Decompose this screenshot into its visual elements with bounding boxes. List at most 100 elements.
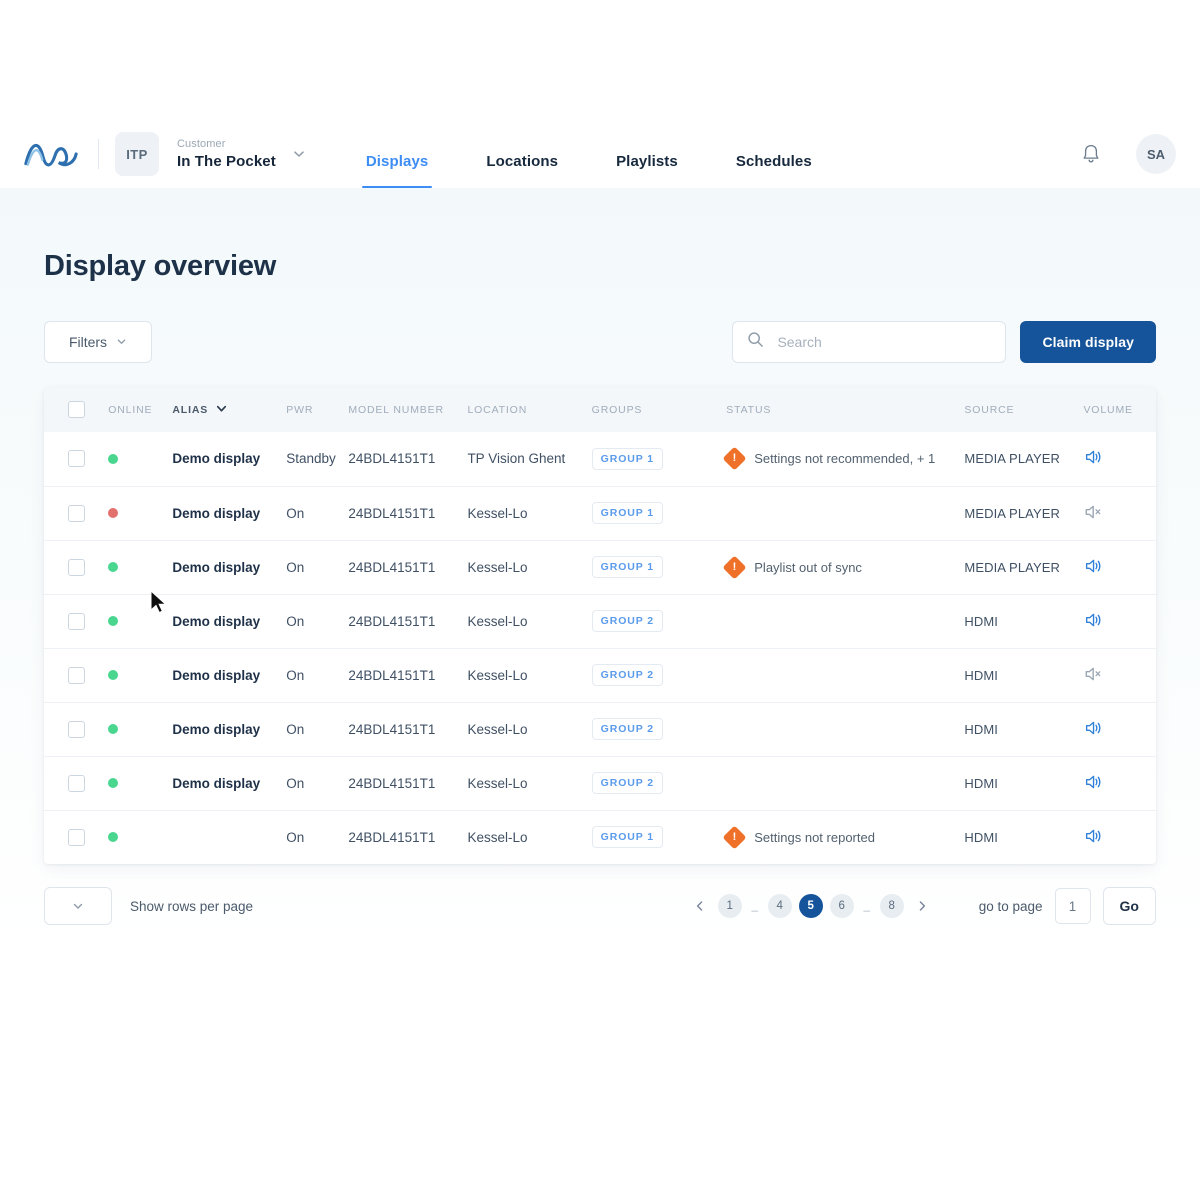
page-number-button[interactable]: 8	[879, 894, 904, 918]
volume-on-icon[interactable]	[1083, 772, 1103, 792]
volume-on-icon[interactable]	[1083, 447, 1103, 467]
filters-button-label: Filters	[68, 334, 108, 350]
alias-text: Demo display	[172, 775, 261, 791]
bell-icon[interactable]	[1078, 141, 1104, 167]
online-cell	[108, 701, 173, 756]
go-to-page-input[interactable]	[1054, 888, 1091, 924]
filters-button[interactable]: Filters	[44, 321, 152, 363]
wave-logo[interactable]	[22, 134, 80, 174]
table-row[interactable]: Demo display Standby 24BDL4151T1 TP Vision …	[44, 432, 1156, 486]
online-cell	[108, 809, 173, 864]
table-row[interactable]: Demo display On 24BDL4151T1 Kessel-Lo GROUP …	[44, 593, 1156, 648]
volume-muted-icon[interactable]	[1083, 502, 1103, 522]
model-cell: 24BDL4151T1	[348, 539, 468, 594]
model-cell: 24BDL4151T1	[348, 755, 468, 810]
next-page-button[interactable]	[911, 895, 933, 917]
group-badge[interactable]: GROUP 2	[591, 664, 664, 686]
volume-on-icon[interactable]	[1083, 610, 1103, 630]
source-cell: HDMI	[964, 647, 1084, 702]
toolbar-right: Claim display	[732, 321, 1156, 363]
group-badge[interactable]: GROUP 2	[591, 772, 664, 794]
online-status-dot	[108, 453, 119, 464]
group-badge[interactable]: GROUP 1	[591, 447, 664, 470]
group-badge[interactable]: GROUP 2	[591, 718, 664, 740]
customer-label: Customer	[177, 137, 226, 150]
sort-descending-icon	[215, 402, 228, 418]
alias-text: Demo display	[172, 451, 261, 467]
group-badge[interactable]: GROUP 1	[591, 826, 664, 849]
location-cell: TP Vision Ghent	[467, 432, 591, 486]
page-number-button[interactable]: 6	[829, 894, 854, 918]
volume-cell	[1083, 539, 1156, 594]
volume-on-icon[interactable]	[1083, 718, 1103, 738]
customer-selector[interactable]: Customer In The Pocket	[177, 138, 276, 171]
power-cell: On	[286, 701, 349, 756]
row-checkbox[interactable]	[68, 720, 85, 738]
row-checkbox[interactable]	[68, 558, 85, 576]
online-status-dot	[108, 724, 119, 734]
warning-icon	[722, 554, 747, 580]
source-text: HDMI	[964, 613, 999, 629]
row-checkbox[interactable]	[68, 504, 85, 522]
location-cell: Kessel-Lo	[467, 701, 592, 756]
page-number-button[interactable]: 4	[767, 894, 792, 918]
group-badge[interactable]: GROUP 2	[591, 610, 664, 632]
tab-locations[interactable]: Locations	[486, 153, 558, 188]
alias-cell	[172, 809, 287, 864]
nav-divider	[98, 139, 99, 169]
search-input[interactable]	[775, 333, 992, 351]
claim-display-button[interactable]: Claim display	[1020, 321, 1156, 363]
row-select-cell	[44, 593, 109, 648]
row-select-cell	[44, 432, 108, 486]
source-cell: HDMI	[964, 809, 1084, 864]
source-cell: MEDIA PLAYER	[964, 485, 1084, 540]
online-cell	[108, 539, 173, 594]
table-row[interactable]: On 24BDL4151T1 Kessel-Lo GROUP 1 Settings no…	[44, 809, 1156, 864]
groups-cell: GROUP 1	[591, 809, 727, 864]
location-cell: Kessel-Lo	[467, 809, 592, 864]
page-title: Display overview	[44, 250, 277, 282]
select-all-checkbox[interactable]	[68, 401, 85, 418]
avatar[interactable]: SA	[1136, 134, 1176, 174]
table-row[interactable]: Demo display On 24BDL4151T1 Kessel-Lo GROUP …	[44, 485, 1156, 540]
groups-cell: GROUP 1	[591, 539, 727, 594]
column-header-online: ONLINE	[108, 387, 173, 432]
tab-schedules[interactable]: Schedules	[736, 153, 812, 188]
model-text: 24BDL4151T1	[348, 559, 436, 575]
location-text: Kessel-Lo	[467, 775, 528, 791]
model-text: 24BDL4151T1	[348, 451, 436, 467]
chevron-down-icon[interactable]	[292, 147, 306, 161]
alias-cell: Demo display	[172, 701, 287, 756]
row-select-cell	[44, 485, 109, 540]
volume-on-icon[interactable]	[1083, 556, 1103, 576]
tab-playlists[interactable]: Playlists	[616, 153, 678, 188]
search-box[interactable]	[732, 321, 1007, 363]
group-badge[interactable]: GROUP 1	[591, 502, 664, 524]
table-row[interactable]: Demo display On 24BDL4151T1 Kessel-Lo GROUP …	[44, 701, 1156, 756]
row-checkbox[interactable]	[68, 666, 85, 684]
row-checkbox[interactable]	[68, 828, 85, 846]
status-text: Settings not recommended, + 1	[754, 451, 936, 467]
power-text: On	[286, 559, 305, 575]
table-row[interactable]: Demo display On 24BDL4151T1 Kessel-Lo GROUP …	[44, 647, 1156, 702]
status-cell: Settings not recommended, + 1	[722, 432, 964, 486]
row-checkbox[interactable]	[68, 774, 85, 792]
table-row[interactable]: Demo display On 24BDL4151T1 Kessel-Lo GROUP …	[44, 539, 1156, 594]
column-header-alias[interactable]: ALIAS	[172, 387, 287, 432]
model-cell: 24BDL4151T1	[348, 647, 468, 702]
group-badge[interactable]: GROUP 1	[591, 556, 664, 578]
table-row[interactable]: Demo display On 24BDL4151T1 Kessel-Lo GROUP …	[44, 755, 1156, 810]
page-number-button[interactable]: 5	[798, 894, 823, 918]
rows-per-page-select[interactable]	[44, 887, 112, 925]
column-header-status: STATUS	[726, 387, 965, 432]
page-number-button[interactable]: 1	[717, 894, 742, 918]
go-button[interactable]: Go	[1102, 887, 1156, 925]
row-checkbox[interactable]	[68, 612, 85, 630]
previous-page-button[interactable]	[689, 895, 711, 917]
location-text: Kessel-Lo	[467, 505, 528, 521]
volume-on-icon[interactable]	[1083, 826, 1103, 846]
tab-displays[interactable]: Displays	[361, 153, 432, 188]
row-checkbox[interactable]	[68, 450, 85, 468]
displays-table: ONLINE ALIAS PWR MODEL NUMBER LOCATION G…	[44, 387, 1156, 864]
volume-muted-icon[interactable]	[1083, 664, 1103, 684]
